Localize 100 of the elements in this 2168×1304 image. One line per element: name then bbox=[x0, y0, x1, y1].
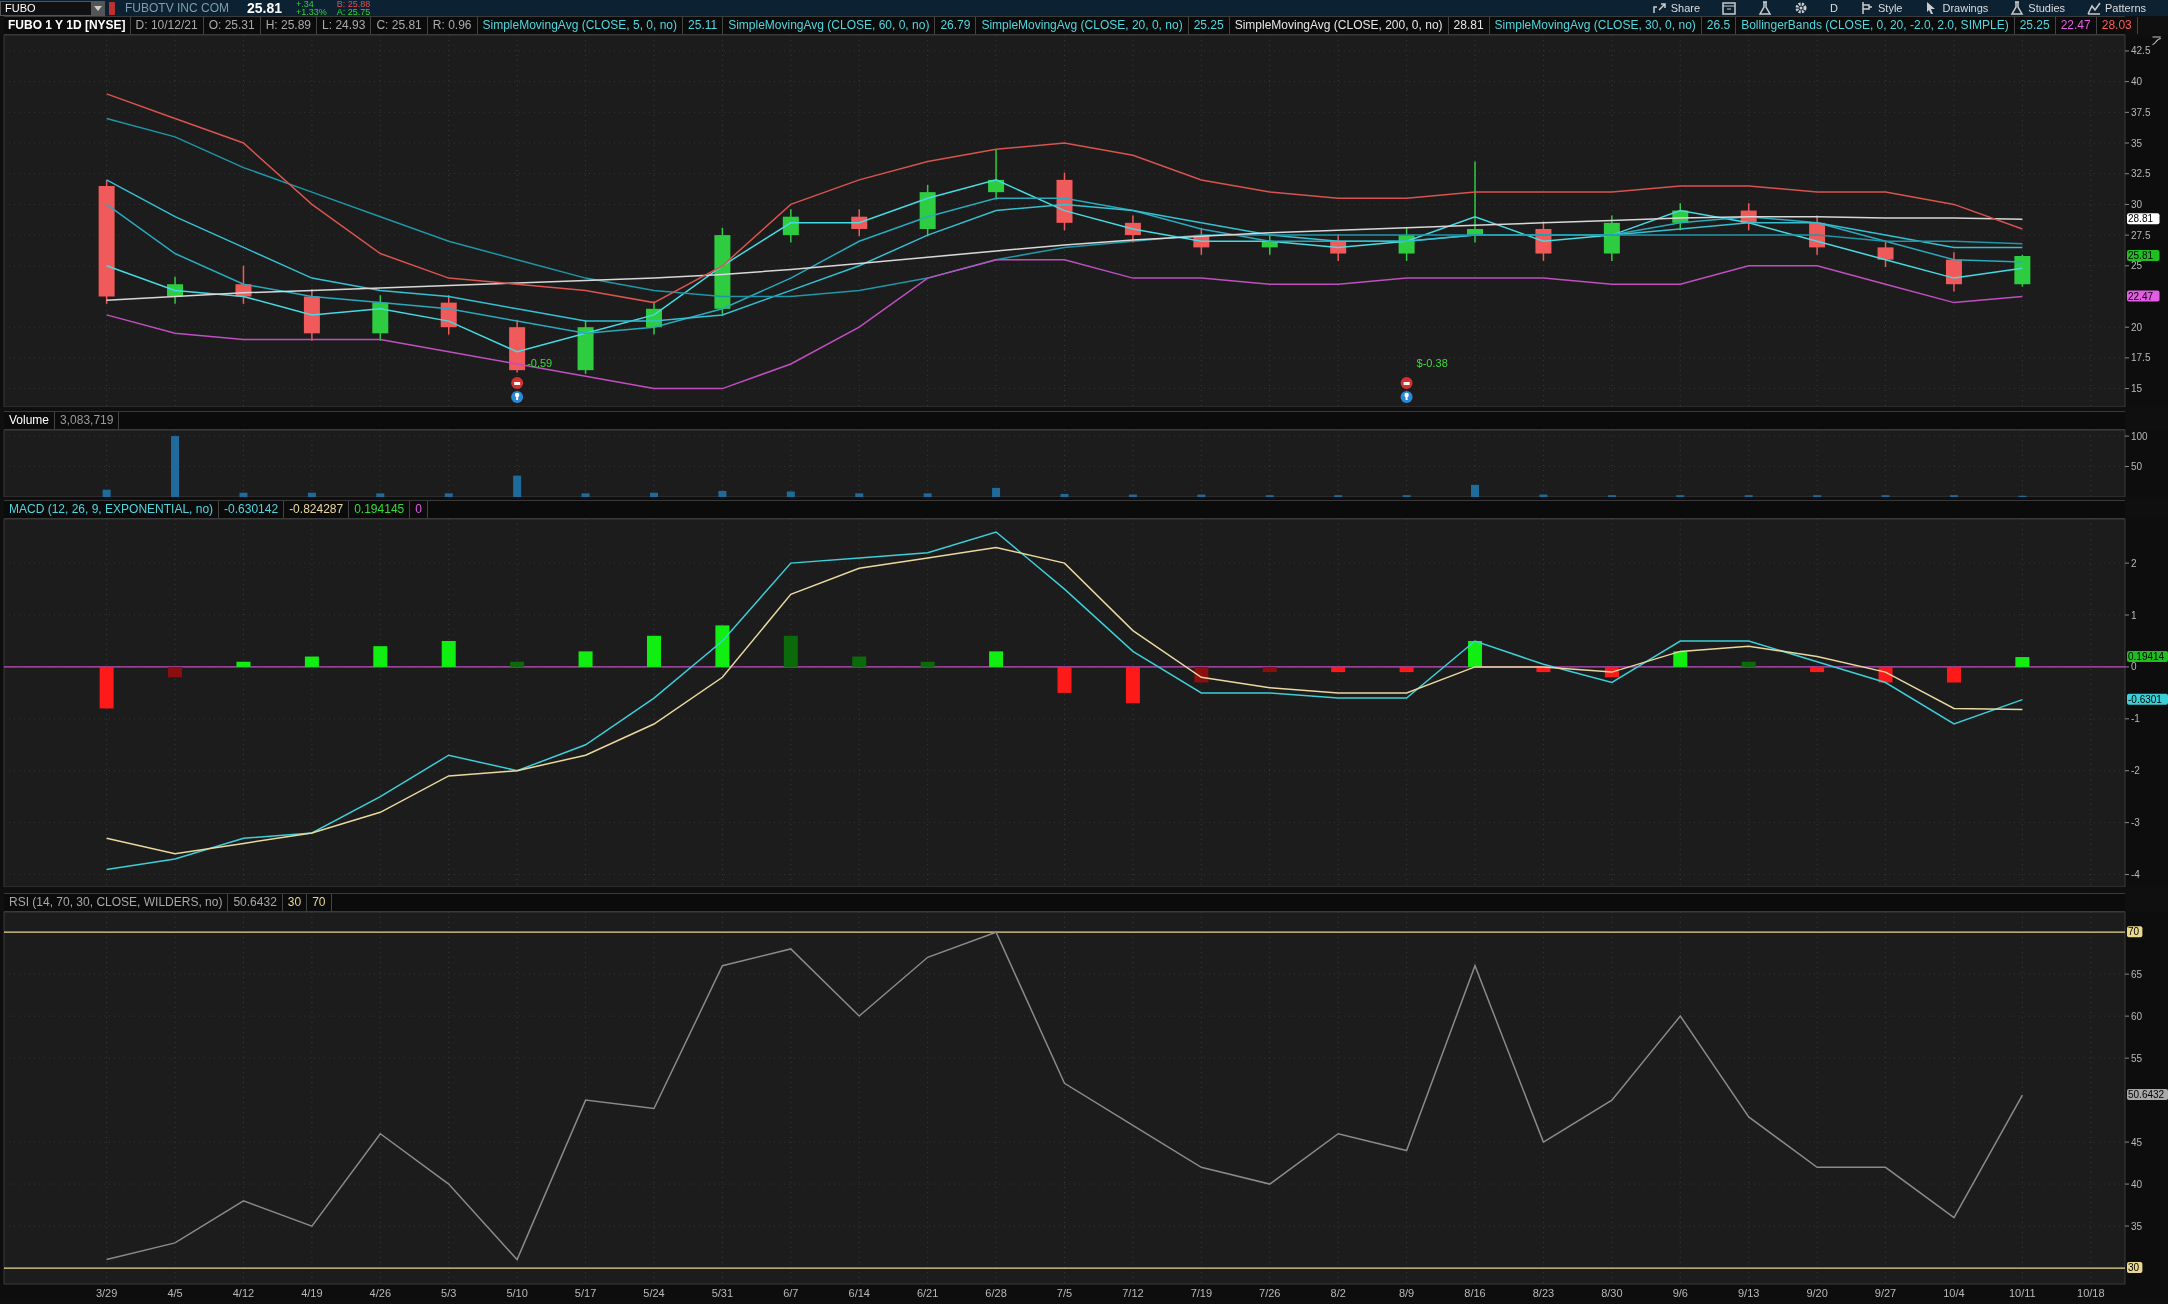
axis-label: -1 bbox=[2131, 713, 2140, 725]
axis-label: -4 bbox=[2131, 869, 2140, 881]
toolbar-button[interactable]: D bbox=[1830, 0, 1838, 16]
toolbar-button[interactable]: Share bbox=[1652, 0, 1701, 16]
date-label: 5/3 bbox=[441, 1287, 457, 1299]
legend-label: 0.194145 bbox=[349, 501, 411, 518]
axis-label: -3 bbox=[2131, 817, 2140, 829]
date-label: 5/10 bbox=[506, 1287, 528, 1299]
axis-label: 55 bbox=[2131, 1052, 2143, 1064]
date-label: 5/17 bbox=[574, 1287, 597, 1299]
axis-label: 25 bbox=[2131, 260, 2143, 272]
chart-title: FUBO 1 Y 1D [NYSE] bbox=[4, 17, 131, 34]
axis-label: 40 bbox=[2131, 76, 2143, 88]
legend-label: 70 bbox=[307, 894, 332, 911]
axis-label: 27.5 bbox=[2131, 229, 2151, 241]
date-label: 4/5 bbox=[167, 1287, 183, 1299]
axis-label: 42.5 bbox=[2131, 45, 2151, 57]
legend-label: SimpleMovingAvg (CLOSE, 200, 0, no) bbox=[1229, 17, 1449, 34]
company-name: FUBOTV INC COM bbox=[125, 1, 229, 15]
axis-label: 0 bbox=[2131, 661, 2137, 673]
date-label: 5/31 bbox=[711, 1287, 734, 1299]
date-label: 10/18 bbox=[2077, 1287, 2105, 1299]
bid-price: B: 25.88 bbox=[336, 0, 371, 8]
price-badge: 0.19414 bbox=[2127, 651, 2168, 663]
axis-label: 65 bbox=[2131, 968, 2143, 980]
price-badge: -0.6301 bbox=[2127, 693, 2168, 705]
axis-label: 35 bbox=[2131, 137, 2143, 149]
legend-label: C: 25.81 bbox=[371, 17, 428, 34]
date-label: 8/30 bbox=[1601, 1287, 1623, 1299]
legend-label: 22.47 bbox=[2055, 17, 2097, 34]
date-label: 8/2 bbox=[1330, 1287, 1346, 1299]
date-label: 9/6 bbox=[1672, 1287, 1688, 1299]
earnings-label: -0.59 bbox=[527, 357, 553, 369]
legend-label: -0.824287 bbox=[284, 501, 350, 518]
axis-label: 40 bbox=[2131, 1178, 2143, 1190]
legend-label: 3,083,719 bbox=[55, 412, 120, 429]
axis-label: 2 bbox=[2131, 557, 2137, 569]
date-label: 9/13 bbox=[1738, 1287, 1760, 1299]
date-label: 7/12 bbox=[1122, 1287, 1144, 1299]
toolbar-button[interactable]: Patterns bbox=[2087, 0, 2146, 16]
last-price: 25.81 bbox=[247, 1, 283, 15]
legend-label: H: 25.89 bbox=[260, 17, 318, 34]
ask-price: A: 25.75 bbox=[336, 8, 371, 16]
legend-label: 0 bbox=[410, 501, 428, 518]
axis-label: 32.5 bbox=[2131, 168, 2151, 180]
price-badge: 30 bbox=[2127, 1262, 2143, 1274]
legend-label: MACD (12, 26, 9, EXPONENTIAL, no) bbox=[4, 501, 220, 518]
date-label: 6/7 bbox=[783, 1287, 799, 1299]
toolbar-button[interactable]: Drawings bbox=[1924, 0, 1989, 16]
date-label: 3/29 bbox=[95, 1287, 118, 1299]
legend-label: 26.79 bbox=[935, 17, 977, 34]
date-label: 7/19 bbox=[1190, 1287, 1213, 1299]
earnings-label: $-0.38 bbox=[1416, 357, 1448, 369]
legend-label: 26.5 bbox=[1701, 17, 1737, 34]
axis-label: 17.5 bbox=[2131, 352, 2151, 364]
date-label: 10/4 bbox=[1943, 1287, 1965, 1299]
toolbar-button[interactable]: Studies bbox=[2010, 0, 2066, 16]
date-label: 8/16 bbox=[1464, 1287, 1486, 1299]
axis-label: 45 bbox=[2131, 1136, 2143, 1148]
legend-label: SimpleMovingAvg (CLOSE, 5, 0, no) bbox=[477, 17, 684, 34]
legend-label: BollingerBands (CLOSE, 0, 20, -2.0, 2.0, SIMPLE) bbox=[1736, 17, 2015, 34]
legend-label: RSI (14, 70, 30, CLOSE, WILDERS, no) bbox=[4, 894, 229, 911]
legend-label: 25.11 bbox=[683, 17, 724, 34]
legend-label: 30 bbox=[282, 894, 308, 911]
legend-label: 25.25 bbox=[2014, 17, 2056, 34]
symbol-field[interactable]: FUBO bbox=[0, 0, 105, 16]
price-badge: 70 bbox=[2127, 926, 2143, 938]
date-label: 5/24 bbox=[643, 1287, 665, 1299]
legend-label: SimpleMovingAvg (CLOSE, 30, 0, no) bbox=[1489, 17, 1702, 34]
price-badge: 50.6432 bbox=[2127, 1089, 2168, 1101]
axis-label: 60 bbox=[2131, 1010, 2143, 1022]
axis-label: 15 bbox=[2131, 383, 2143, 395]
legend-label: Volume bbox=[4, 412, 56, 429]
legend-label: R: 0.96 bbox=[427, 17, 478, 34]
axis-label: 50 bbox=[2131, 461, 2143, 473]
date-label: 4/26 bbox=[369, 1287, 391, 1299]
axis-label: 30 bbox=[2131, 198, 2143, 210]
legend-label: 28.03 bbox=[2096, 17, 2138, 34]
legend-label: SimpleMovingAvg (CLOSE, 60, 0, no) bbox=[723, 17, 936, 34]
axis-label: 100 bbox=[2131, 430, 2148, 442]
legend-label: -0.630142 bbox=[219, 501, 285, 518]
legend-label: SimpleMovingAvg (CLOSE, 20, 0, no) bbox=[976, 17, 1189, 34]
date-label: 7/5 bbox=[1056, 1287, 1073, 1299]
legend-label: 25.25 bbox=[1188, 17, 1230, 34]
toolbar-button[interactable]: Style bbox=[1860, 0, 1903, 16]
legend-label: 28.81 bbox=[1448, 17, 1490, 34]
date-label: 4/19 bbox=[301, 1287, 323, 1299]
axis-label: 35 bbox=[2131, 1220, 2143, 1232]
price-change: +.34 bbox=[296, 0, 315, 8]
price-badge: 28.81 bbox=[2127, 213, 2160, 225]
date-label: 6/14 bbox=[848, 1287, 870, 1299]
axis-label: 37.5 bbox=[2131, 106, 2151, 118]
axis-label: 1 bbox=[2131, 609, 2137, 621]
legend-label: L: 24.93 bbox=[317, 17, 372, 34]
date-label: 6/21 bbox=[916, 1287, 939, 1299]
axis-label: 20 bbox=[2131, 321, 2143, 333]
axis-label: -2 bbox=[2131, 765, 2140, 777]
date-label: 9/20 bbox=[1806, 1287, 1828, 1299]
date-label: 8/9 bbox=[1398, 1287, 1415, 1299]
date-label: 4/12 bbox=[232, 1287, 255, 1299]
